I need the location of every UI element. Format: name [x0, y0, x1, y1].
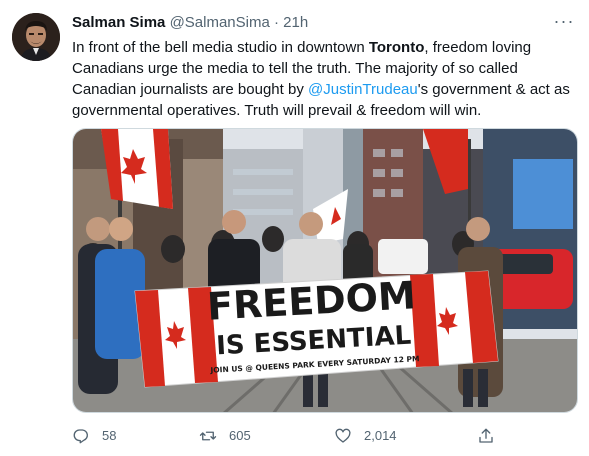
reply-icon [73, 429, 88, 444]
reply-button[interactable]: 58 [72, 425, 116, 447]
tweet-time[interactable]: 21h [283, 14, 308, 31]
tweet-media-photo[interactable]: FREEDOM IS ESSENTIAL JOIN US @ QUEENS PA… [72, 128, 578, 413]
like-button[interactable]: 2,014 [334, 425, 397, 447]
reply-count: 58 [102, 428, 117, 443]
separator-dot: · [274, 14, 279, 31]
more-icon[interactable]: ··· [553, 12, 575, 34]
avatar-image [12, 13, 60, 61]
tweet-text-part: In front of the bell media studio in dow… [72, 39, 369, 56]
heart-icon [335, 428, 351, 443]
share-button[interactable] [477, 425, 507, 447]
retweet-icon [199, 431, 217, 441]
tweet-actions: 58 605 2,014 [72, 425, 512, 447]
avatar[interactable] [12, 13, 60, 61]
tweet-text: In front of the bell media studio in dow… [72, 37, 572, 121]
author-name[interactable]: Salman Sima [72, 14, 165, 31]
tweet-header: Salman Sima @SalmanSima · 21h [72, 14, 308, 32]
share-icon [479, 428, 493, 443]
tweet-text-bold: Toronto [368, 39, 425, 56]
like-count: 2,014 [364, 428, 397, 443]
mention-link[interactable]: @JustinTrudeau [308, 81, 418, 98]
retweet-button[interactable]: 605 [199, 425, 251, 447]
protest-photo: FREEDOM IS ESSENTIAL JOIN US @ QUEENS PA… [73, 129, 577, 412]
author-handle[interactable]: @SalmanSima [170, 14, 270, 31]
retweet-count: 605 [229, 428, 251, 443]
